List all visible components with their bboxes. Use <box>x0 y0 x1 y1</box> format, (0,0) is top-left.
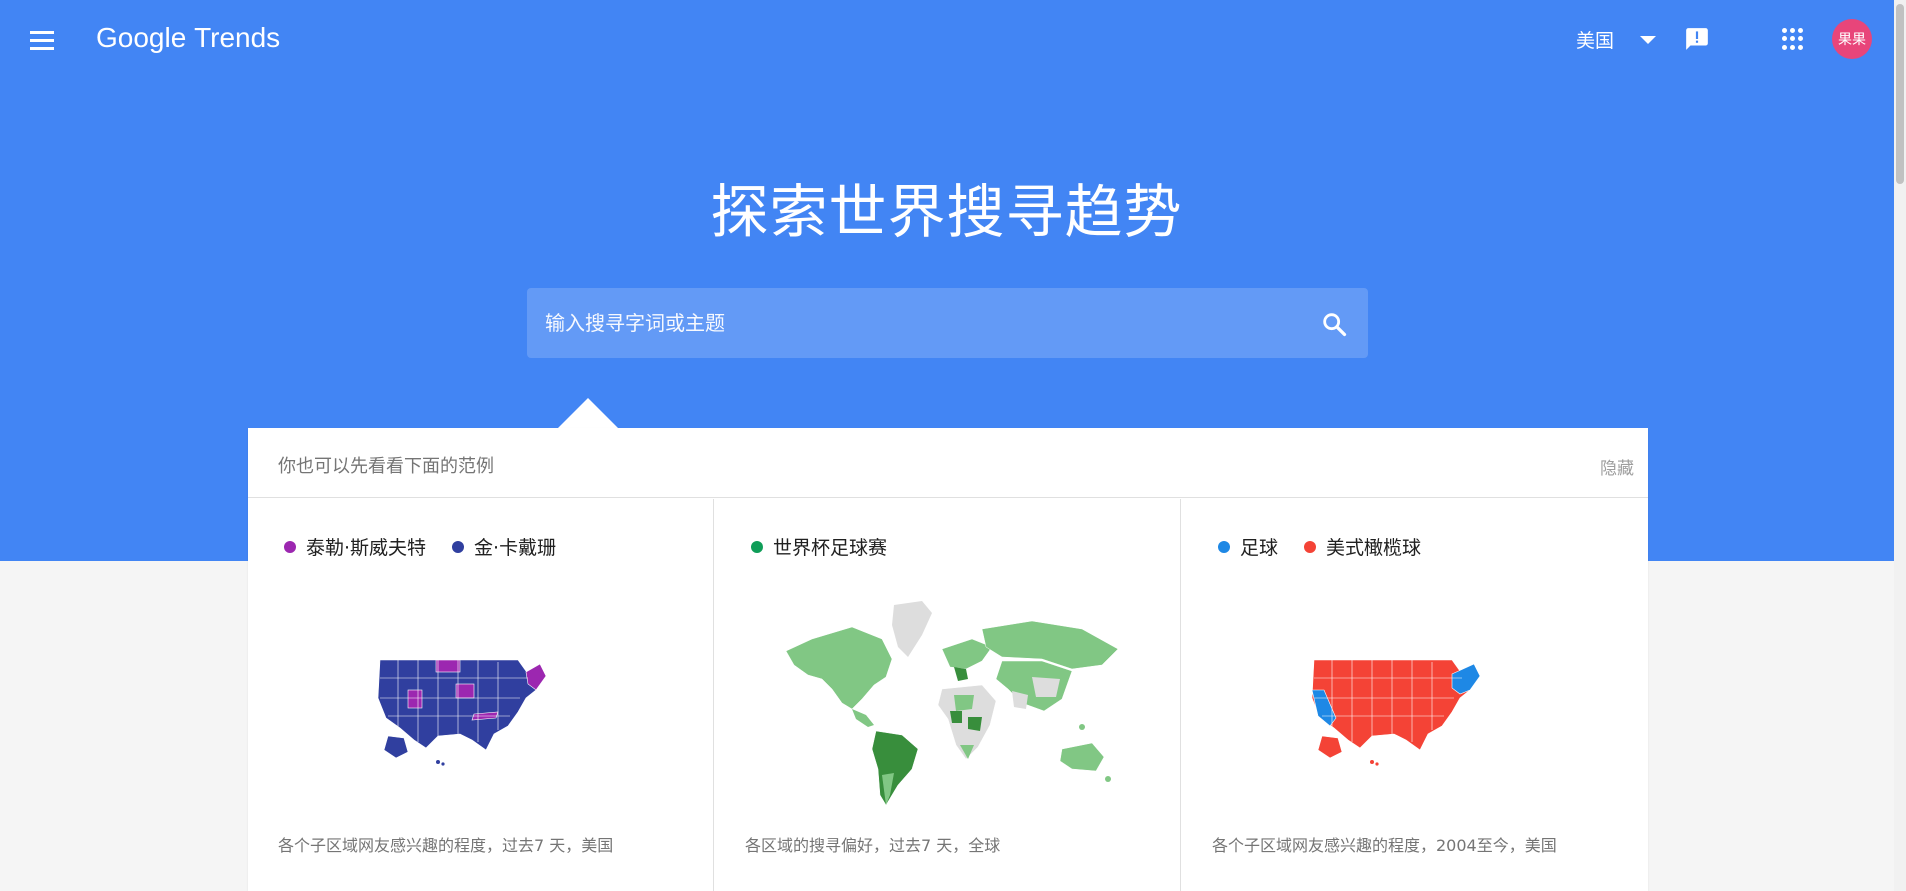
logo-google-text: Google <box>96 22 187 53</box>
search-input[interactable] <box>545 288 1305 358</box>
legend-dot <box>1304 540 1317 553</box>
logo-trends-text: Trends <box>194 22 281 53</box>
avatar[interactable]: 果果 <box>1832 19 1872 59</box>
legend-label: 泰勒·斯威夫特 <box>306 537 427 559</box>
caret-down-icon <box>1640 35 1657 44</box>
country-label: 美国 <box>1576 30 1615 52</box>
page: Google Trends 美国 果果 探索世界搜寻趋势 你也可以先看看下面的范… <box>0 0 1906 891</box>
example-card-3[interactable]: 足球 美式橄榄球 各个子区域网友感兴趣的程度，2004至今，美国 <box>1182 499 1648 891</box>
legend: 足球 美式橄榄球 <box>1218 533 1447 560</box>
legend-dot <box>1218 540 1230 553</box>
legend-label: 世界杯足球赛 <box>773 537 888 559</box>
page-scrollbar[interactable] <box>1894 0 1906 891</box>
world-map <box>785 601 1119 806</box>
hide-button[interactable]: 隐藏 <box>1600 454 1634 479</box>
google-trends-logo[interactable]: Google Trends <box>96 22 280 54</box>
card-caption: 各区域的搜寻偏好，过去7 天，全球 <box>745 836 1001 855</box>
panel-pointer <box>558 398 618 428</box>
legend-label: 金·卡戴珊 <box>474 537 557 559</box>
examples-header: 你也可以先看看下面的范例 隐藏 <box>248 428 1648 498</box>
legend-item: 美式橄榄球 <box>1304 533 1421 560</box>
legend-dot <box>452 540 465 553</box>
card-caption: 各个子区域网友感兴趣的程度，过去7 天，美国 <box>278 836 614 855</box>
country-selector[interactable]: 美国 <box>1576 26 1657 53</box>
legend-item: 泰勒·斯威夫特 <box>284 533 426 560</box>
legend: 世界杯足球赛 <box>751 533 913 560</box>
us-map <box>377 659 547 766</box>
legend-dot <box>284 540 296 553</box>
legend: 泰勒·斯威夫特 金·卡戴珊 <box>284 533 582 560</box>
search-box[interactable] <box>527 288 1368 358</box>
apps-icon[interactable] <box>1782 28 1804 50</box>
legend-dot <box>751 540 763 553</box>
legend-item: 世界杯足球赛 <box>751 533 887 560</box>
legend-label: 足球 <box>1240 537 1279 559</box>
feedback-icon[interactable] <box>1684 26 1710 52</box>
card-caption: 各个子区域网友感兴趣的程度，2004至今，美国 <box>1212 836 1557 855</box>
examples-panel: 你也可以先看看下面的范例 隐藏 泰勒·斯威夫特 金·卡戴珊 各个子区域网友感兴趣… <box>248 428 1648 891</box>
example-card-2[interactable]: 世界杯足球赛 各区域的搜寻偏好，过去7 天，全球 <box>715 499 1181 891</box>
page-title: 探索世界搜寻趋势 <box>710 178 1183 246</box>
search-icon[interactable] <box>1320 310 1348 338</box>
legend-item: 足球 <box>1218 533 1278 560</box>
scrollbar-thumb[interactable] <box>1896 4 1904 184</box>
menu-icon[interactable] <box>30 26 66 54</box>
example-card-1[interactable]: 泰勒·斯威夫特 金·卡戴珊 各个子区域网友感兴趣的程度，过去7 天，美国 <box>248 499 714 891</box>
examples-title: 你也可以先看看下面的范例 <box>278 456 494 477</box>
us-map <box>1311 659 1481 766</box>
legend-label: 美式橄榄球 <box>1326 537 1422 559</box>
legend-item: 金·卡戴珊 <box>452 533 556 560</box>
